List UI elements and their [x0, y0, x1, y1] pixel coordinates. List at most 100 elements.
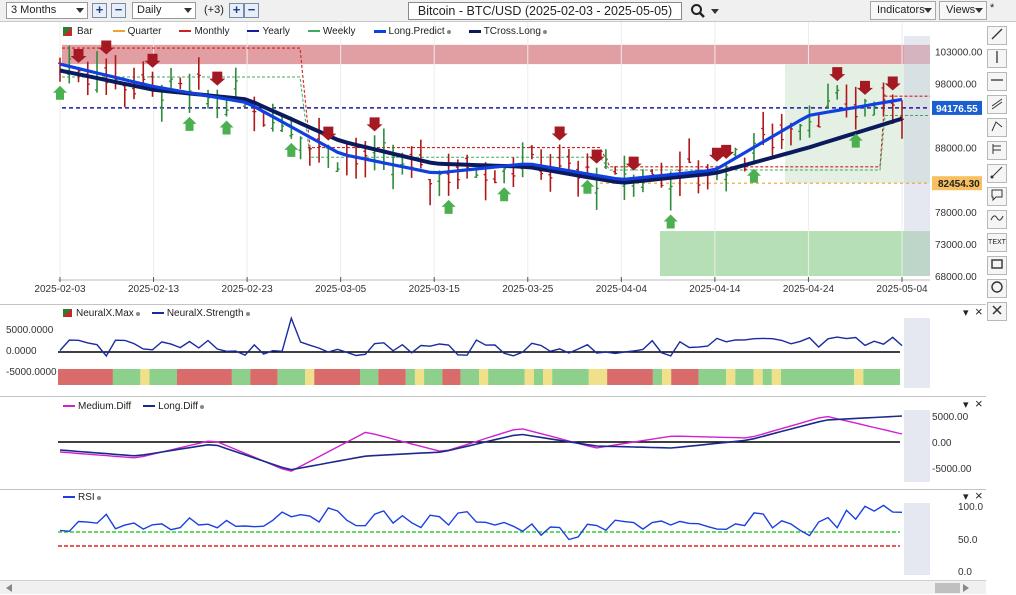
legend-medium-diff[interactable]: Medium.Diff	[63, 401, 131, 412]
long-diff-line-icon	[143, 405, 156, 408]
legend-tcross-long[interactable]: TCross.Long	[468, 26, 547, 37]
vertical-line-tool-icon[interactable]	[987, 49, 1007, 68]
ray-tool-icon[interactable]	[987, 164, 1007, 183]
zoom-in-button[interactable]: +	[92, 3, 107, 18]
price-chart[interactable]: 103000.00 98000.00 88000.00 78000.00 73000.0…	[0, 22, 986, 304]
indicators-button[interactable]: Indicators	[870, 1, 936, 20]
legend-long-predict-label: Long.Predict	[388, 26, 445, 37]
delete-drawings-icon[interactable]	[987, 302, 1007, 321]
date-tick-label: 2025-04-14	[689, 284, 741, 295]
settings-dot-icon	[542, 30, 547, 34]
price-tick-label: 68000.00	[935, 272, 977, 283]
close-icon[interactable]: ×	[975, 304, 983, 319]
rsi-panel[interactable]: 100.0 50.0 0.0	[0, 489, 986, 580]
diff-legend: Medium.Diff Long.Diff	[63, 401, 205, 412]
monthly-line-icon	[179, 30, 192, 33]
legend-weekly-label: Weekly	[322, 26, 356, 37]
chevron-down-icon	[975, 8, 983, 13]
fibonacci-tool-icon[interactable]	[987, 141, 1007, 160]
channel-tool-icon[interactable]	[987, 95, 1007, 114]
signal-block	[781, 369, 855, 385]
views-button[interactable]: Views	[939, 1, 987, 20]
signal-block	[607, 369, 653, 385]
favorite-icon[interactable]: *	[990, 2, 994, 14]
strength-line-icon	[151, 312, 164, 315]
legend-long-diff[interactable]: Long.Diff	[143, 401, 205, 412]
range-select[interactable]: 3 Months	[6, 2, 88, 19]
date-axis: 2025-02-03 2025-02-13 2025-02-23 2025-03-05…	[34, 277, 930, 295]
pitchfork-tool-icon[interactable]	[987, 118, 1007, 137]
close-icon[interactable]: ×	[975, 488, 983, 503]
legend-neuralx-strength[interactable]: NeuralX.Strength	[151, 308, 250, 319]
panel-menu-icon[interactable]: ▾	[963, 306, 969, 319]
signal-block	[662, 369, 672, 385]
settings-dot-icon	[245, 312, 250, 316]
legend-neuralx-strength-label: NeuralX.Strength	[166, 308, 244, 319]
future-zone	[904, 503, 930, 575]
search-dropdown-icon[interactable]	[711, 9, 719, 14]
signal-block	[176, 369, 232, 385]
legend-weekly[interactable]: Weekly	[307, 26, 356, 37]
signal-block	[149, 369, 177, 385]
legend-rsi[interactable]: RSI	[63, 492, 101, 503]
toolbar: 3 Months + − Daily (+3) + − Bitcoin - BT…	[0, 0, 1016, 22]
diff-tick-label: 0.00	[932, 438, 952, 449]
signal-block	[726, 369, 736, 385]
signal-block	[378, 369, 406, 385]
text-tool-icon[interactable]: TEXT	[987, 233, 1007, 252]
remove-button[interactable]: −	[244, 3, 259, 18]
symbol-title[interactable]: Bitcoin - BTC/USD (2025-02-03 - 2025-05-…	[408, 2, 682, 20]
horizontal-scrollbar[interactable]	[0, 580, 986, 594]
legend-medium-diff-label: Medium.Diff	[78, 401, 132, 412]
date-tick-label: 2025-04-24	[783, 284, 835, 295]
legend-bar-label: Bar	[77, 26, 93, 37]
signal-block	[231, 369, 251, 385]
diff-tick-label: -5000.00	[932, 464, 972, 475]
zoom-out-button[interactable]: −	[111, 3, 126, 18]
legend-yearly[interactable]: Yearly	[247, 26, 290, 37]
search-icon[interactable]	[690, 3, 706, 19]
interval-select[interactable]: Daily	[132, 2, 196, 19]
trendline-tool-icon[interactable]	[987, 26, 1007, 45]
signal-block	[652, 369, 663, 385]
diff-tick-label: 5000.00	[932, 412, 969, 423]
scroll-right-icon[interactable]	[963, 584, 969, 592]
ellipse-tool-icon[interactable]	[987, 279, 1007, 298]
signal-block	[479, 369, 489, 385]
rectangle-tool-icon[interactable]	[987, 256, 1007, 275]
horizontal-line-tool-icon[interactable]	[987, 72, 1007, 91]
rsi-line-icon	[63, 496, 75, 499]
signal-block	[414, 369, 425, 385]
main-legend: Bar Quarter Monthly Yearly Weekly Long.P…	[63, 26, 547, 37]
signal-block	[314, 369, 361, 385]
signal-block	[112, 369, 141, 385]
panel-menu-icon[interactable]: ▾	[963, 398, 969, 411]
scroll-left-icon[interactable]	[6, 584, 12, 592]
legend-quarter[interactable]: Quarter	[112, 26, 162, 37]
scroll-thumb[interactable]	[935, 583, 960, 593]
long-predict-line-icon	[373, 29, 386, 33]
signal-block	[424, 369, 443, 385]
signal-block	[277, 369, 306, 385]
rsi-tick-label: 50.0	[958, 535, 978, 546]
legend-long-predict[interactable]: Long.Predict	[373, 26, 451, 37]
yearly-line-icon	[247, 30, 260, 33]
legend-monthly[interactable]: Monthly	[179, 26, 229, 37]
legend-bar[interactable]: Bar	[63, 26, 93, 37]
callout-tool-icon[interactable]	[987, 187, 1007, 206]
close-icon[interactable]: ×	[975, 396, 983, 411]
date-tick-label: 2025-02-23	[222, 284, 274, 295]
legend-neuralx-max[interactable]: NeuralX.Max	[63, 308, 140, 319]
panel-menu-icon[interactable]: ▾	[963, 490, 969, 503]
signal-block	[543, 369, 553, 385]
future-zone	[904, 36, 930, 276]
signal-block	[698, 369, 727, 385]
wave-tool-icon[interactable]	[987, 210, 1007, 229]
legend-long-diff-label: Long.Diff	[158, 401, 199, 412]
date-tick-label: 2025-04-04	[596, 284, 648, 295]
add-button[interactable]: +	[229, 3, 244, 18]
legend-quarter-label: Quarter	[127, 26, 162, 37]
signal-block	[863, 369, 900, 385]
legend-neuralx-max-label: NeuralX.Max	[76, 308, 134, 319]
date-tick-label: 2025-03-15	[409, 284, 461, 295]
